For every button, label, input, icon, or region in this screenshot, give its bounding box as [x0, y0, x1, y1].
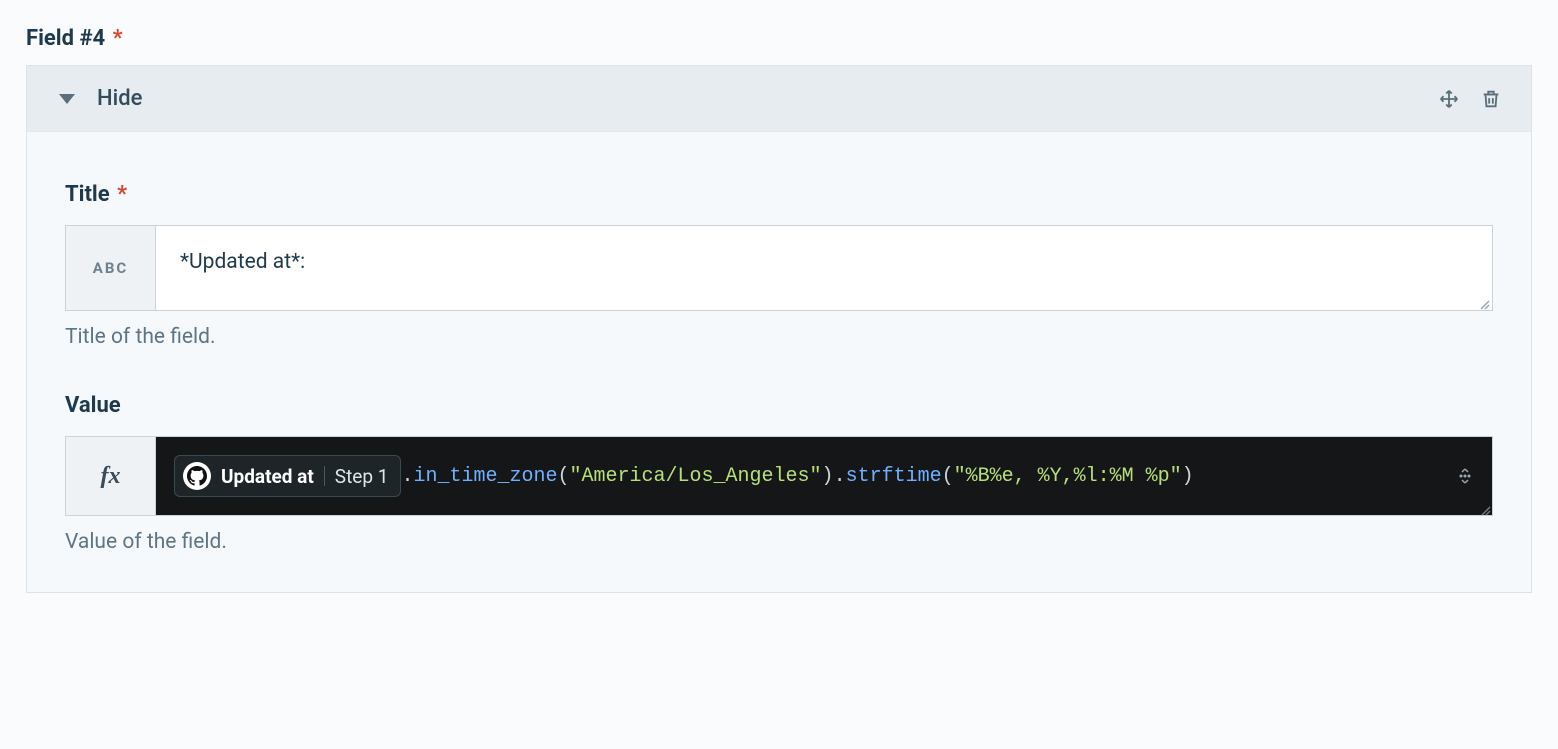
tok-paren: ( — [557, 465, 569, 488]
delete-button[interactable] — [1479, 87, 1503, 111]
tok-dot: . — [834, 465, 846, 488]
formula-code: .in_time_zone("America/Los_Angeles").str… — [401, 465, 1193, 488]
value-input-row: fx Updated at Step 1 .in_time_zone("Amer… — [65, 436, 1493, 516]
data-pill[interactable]: Updated at Step 1 — [174, 455, 401, 497]
title-input-row: ABC — [65, 225, 1493, 311]
panel-header-actions — [1437, 87, 1503, 111]
title-form-group: Title * ABC Title of the field. — [65, 182, 1493, 349]
formula-type-badge[interactable]: fx — [66, 437, 156, 515]
collapse-toggle[interactable] — [55, 87, 79, 111]
panel-toggle-label[interactable]: Hide — [97, 86, 142, 111]
tok-paren: ) — [822, 465, 834, 488]
formula-input[interactable]: Updated at Step 1 .in_time_zone("America… — [156, 437, 1492, 515]
github-icon — [183, 462, 211, 490]
vertical-resize-icon[interactable] — [1442, 467, 1474, 485]
resize-handle-icon — [1477, 500, 1491, 514]
move-icon — [1438, 88, 1460, 110]
panel-header-left: Hide — [55, 86, 1437, 111]
title-label-text: Title — [65, 182, 110, 207]
fx-icon: fx — [101, 463, 121, 490]
tok-string: "America/Los_Angeles" — [570, 465, 822, 488]
value-help-text: Value of the field. — [65, 530, 1493, 554]
value-form-group: Value fx Updated at Step 1 .in_time_zone… — [65, 393, 1493, 554]
value-label: Value — [65, 393, 1493, 418]
chevron-down-icon — [59, 94, 75, 104]
required-marker: * — [117, 182, 127, 207]
tok-paren: ) — [1182, 465, 1194, 488]
tok-method: in_time_zone — [413, 465, 557, 488]
move-handle[interactable] — [1437, 87, 1461, 111]
field-section-heading: Field #4 * — [26, 26, 1532, 51]
tok-dot: . — [401, 465, 413, 488]
abc-icon: ABC — [93, 259, 128, 277]
required-marker: * — [113, 26, 123, 51]
field-panel: Hide Title * — [26, 65, 1532, 593]
panel-header: Hide — [27, 66, 1531, 132]
title-input[interactable] — [156, 226, 1492, 310]
tok-method: strftime — [846, 465, 942, 488]
panel-body: Title * ABC Title of the field. Value fx — [27, 132, 1531, 592]
text-type-badge[interactable]: ABC — [66, 226, 156, 310]
title-help-text: Title of the field. — [65, 325, 1493, 349]
tok-string: "%B%e, %Y,%l:%M %p" — [954, 465, 1182, 488]
title-label: Title * — [65, 182, 1493, 207]
pill-separator — [324, 466, 325, 486]
pill-step: Step 1 — [335, 465, 389, 488]
pill-title: Updated at — [221, 465, 314, 488]
trash-icon — [1480, 88, 1502, 110]
tok-paren: ( — [942, 465, 954, 488]
field-heading-text: Field #4 — [26, 26, 105, 51]
